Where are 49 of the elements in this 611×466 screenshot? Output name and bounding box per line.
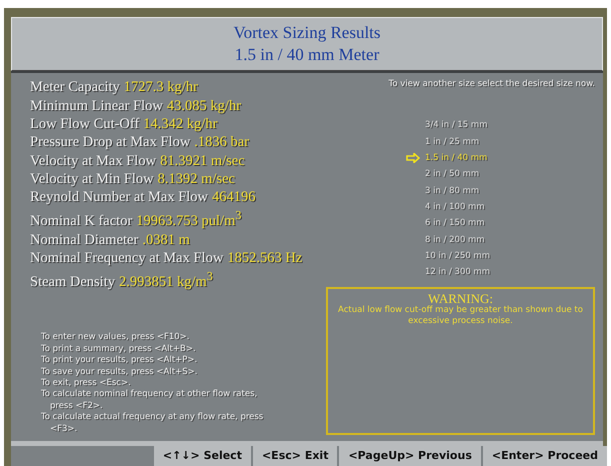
result-value: 1852.563 Hz — [227, 250, 302, 266]
size-option[interactable]: 1.5 in / 40 mm — [425, 153, 488, 164]
result-value: .1836 bar — [194, 134, 250, 150]
key-button[interactable]: <Esc> Exit — [252, 446, 338, 466]
arrow-icon — [406, 153, 420, 164]
size-option[interactable]: 12 in / 300 mm — [425, 267, 490, 278]
result-label: Velocity at Max Flow — [30, 152, 156, 169]
result-value: 81.3921 m/sec — [160, 152, 245, 169]
window-subtitle: 1.5 in / 40 mm Meter — [234, 44, 380, 66]
size-option[interactable]: 4 in / 100 mm — [425, 202, 485, 212]
size-option[interactable]: 8 in / 200 mm — [425, 234, 485, 245]
result-value: 43.085 kg/hr — [166, 98, 242, 114]
result-value: 8.1392 m/sec — [158, 170, 235, 187]
size-option[interactable]: 3 in / 80 mm — [425, 186, 480, 196]
instruction-text: To enter new values, press <F10>. — [41, 332, 190, 344]
result-value: 2.993851 kg/m$^{3}$ — [118, 274, 213, 290]
result-label: Low Flow Cut-Off — [30, 116, 140, 132]
size-option[interactable]: 2 in / 50 mm — [425, 169, 480, 180]
result-label: Meter Capacity — [30, 79, 120, 96]
result-label: Nominal Frequency at Max Flow — [30, 250, 224, 266]
size-option[interactable]: 10 in / 250 mm — [425, 250, 490, 261]
result-value: .0381 m — [142, 232, 190, 248]
result-label: Steam Density — [30, 274, 115, 290]
size-hint: To view another size select the desired size now. — [388, 78, 595, 90]
result-label: Pressure Drop at Max Flow — [30, 134, 190, 150]
result-label: Velocity at Min Flow — [30, 170, 154, 187]
key-button[interactable]: <Enter> Proceed — [482, 446, 607, 466]
instruction-text: To calculate actual frequency at any flow rate, press <F3>. — [41, 412, 264, 435]
window-title: Vortex Sizing Results — [233, 22, 381, 44]
instruction-text: To save your results, press <Alt+S>. — [41, 366, 198, 378]
warning-text: Actual low flow cut-off may be greater than shown due to excessive process noise. — [337, 305, 584, 328]
result-value: 19963.753 pul/m$^{3}$ — [136, 213, 242, 230]
result-value: 1727.3 kg/hr — [124, 79, 198, 96]
size-option[interactable]: 3/4 in / 15 mm — [425, 120, 488, 130]
result-label: Minimum Linear Flow — [30, 98, 163, 114]
size-option[interactable]: 6 in / 150 mm — [425, 218, 485, 228]
instruction-text: To print your results, press <Alt+P>. — [41, 355, 198, 367]
result-label: Nominal K factor — [30, 213, 132, 230]
result-value: 14.342 kg/hr — [143, 116, 218, 132]
result-label: Nominal Diameter — [30, 232, 138, 248]
key-button[interactable]: <↑↓> Select — [154, 446, 251, 466]
key-button[interactable]: <PageUp> Previous — [339, 446, 481, 466]
result-value: 464196 — [212, 189, 256, 206]
warning-title: WARNING: — [428, 292, 493, 306]
instruction-text: To print a summary, press <Alt+B>. — [41, 344, 197, 356]
instruction-text: To calculate nominal frequency at other flow rates, press <F2>. — [41, 389, 258, 412]
size-option[interactable]: 1 in / 25 mm — [425, 136, 480, 147]
result-label: Reynold Number at Max Flow — [30, 189, 208, 206]
instruction-text: To exit, press <Esc>. — [41, 378, 132, 390]
